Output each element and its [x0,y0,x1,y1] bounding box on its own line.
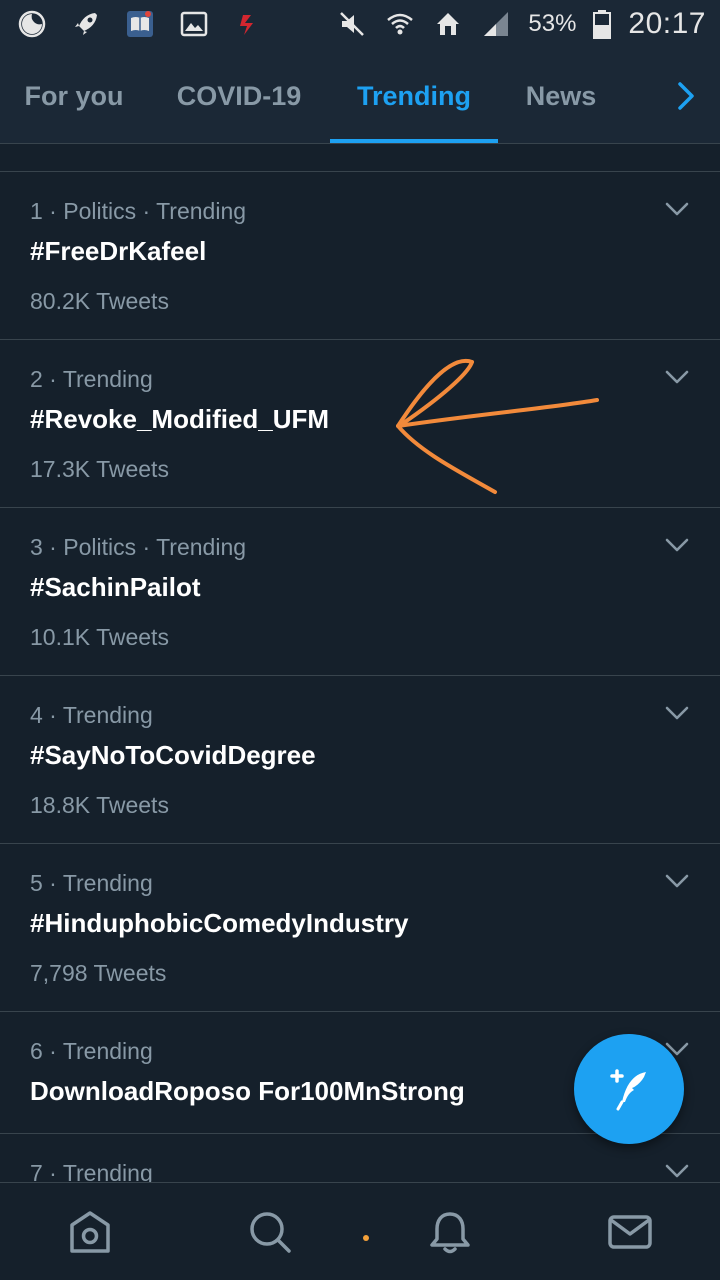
chevron-down-icon[interactable] [664,700,690,726]
home-icon [432,8,464,40]
trend-meta: 5 · Trending [30,870,153,896]
app-icon [232,8,264,40]
notifications-icon[interactable] [427,1209,473,1255]
trend-item-5[interactable]: 5 · Trending #HinduphobicComedyIndustry … [0,844,720,1012]
trend-name: DownloadRoposo For100MnStrong [30,1076,465,1106]
book-icon [124,8,156,40]
trend-name: #Revoke_Modified_UFM [30,404,330,434]
search-icon[interactable] [247,1209,293,1255]
trend-name: #SayNoToCovidDegree [30,740,316,770]
chevron-down-icon[interactable] [664,868,690,894]
trend-name: #FreeDrKafeel [30,236,207,266]
rocket-icon [70,8,102,40]
signal-icon [480,8,512,40]
tab-news[interactable]: News [510,48,612,144]
trend-meta: 1 · Politics · Trending [30,198,247,224]
trend-count: 10.1K Tweets [30,624,169,650]
list-top-divider [0,144,720,172]
chevron-down-icon[interactable] [664,1158,690,1184]
trend-count: 17.3K Tweets [30,456,169,482]
annotation-arrow [396,358,599,494]
bottom-nav [0,1182,720,1280]
compose-tweet-button[interactable] [574,1034,684,1144]
trend-name: #SachinPailot [30,572,201,602]
status-bar: 53% 20:17 [0,0,720,48]
chevron-down-icon[interactable] [664,196,690,222]
battery-icon [592,8,612,40]
new-content-dot [363,1235,369,1241]
trend-count: 7,798 Tweets [30,960,167,986]
tab-trending[interactable]: Trending [330,48,498,144]
moon-icon [16,8,48,40]
trend-item-1[interactable]: 1 · Politics · Trending #FreeDrKafeel 80… [0,172,720,340]
trend-meta: 3 · Politics · Trending [30,534,247,560]
clock: 20:17 [628,7,706,40]
chevron-down-icon[interactable] [664,364,690,390]
tab-covid-19[interactable]: COVID-19 [158,48,320,144]
chevron-right-icon[interactable] [666,76,706,116]
active-tab-indicator [330,139,498,143]
trend-item-3[interactable]: 3 · Politics · Trending #SachinPailot 10… [0,508,720,676]
tab-for-you[interactable]: For you [10,48,138,144]
mute-icon [336,8,368,40]
compose-icon [610,1069,646,1111]
top-tabs: For you COVID-19 Trending News [0,48,720,144]
messages-icon[interactable] [607,1209,653,1255]
trend-item-4[interactable]: 4 · Trending #SayNoToCovidDegree 18.8K T… [0,676,720,844]
trend-count: 80.2K Tweets [30,288,169,314]
trend-count: 18.8K Tweets [30,792,169,818]
home-icon[interactable] [67,1209,113,1255]
trend-meta: 4 · Trending [30,702,153,728]
trend-meta: 2 · Trending [30,366,153,392]
trend-name: #HinduphobicComedyIndustry [30,908,409,938]
trend-meta: 6 · Trending [30,1038,153,1064]
battery-percent: 53% [528,10,577,37]
chevron-down-icon[interactable] [664,532,690,558]
gallery-icon [178,8,210,40]
wifi-icon [384,8,416,40]
